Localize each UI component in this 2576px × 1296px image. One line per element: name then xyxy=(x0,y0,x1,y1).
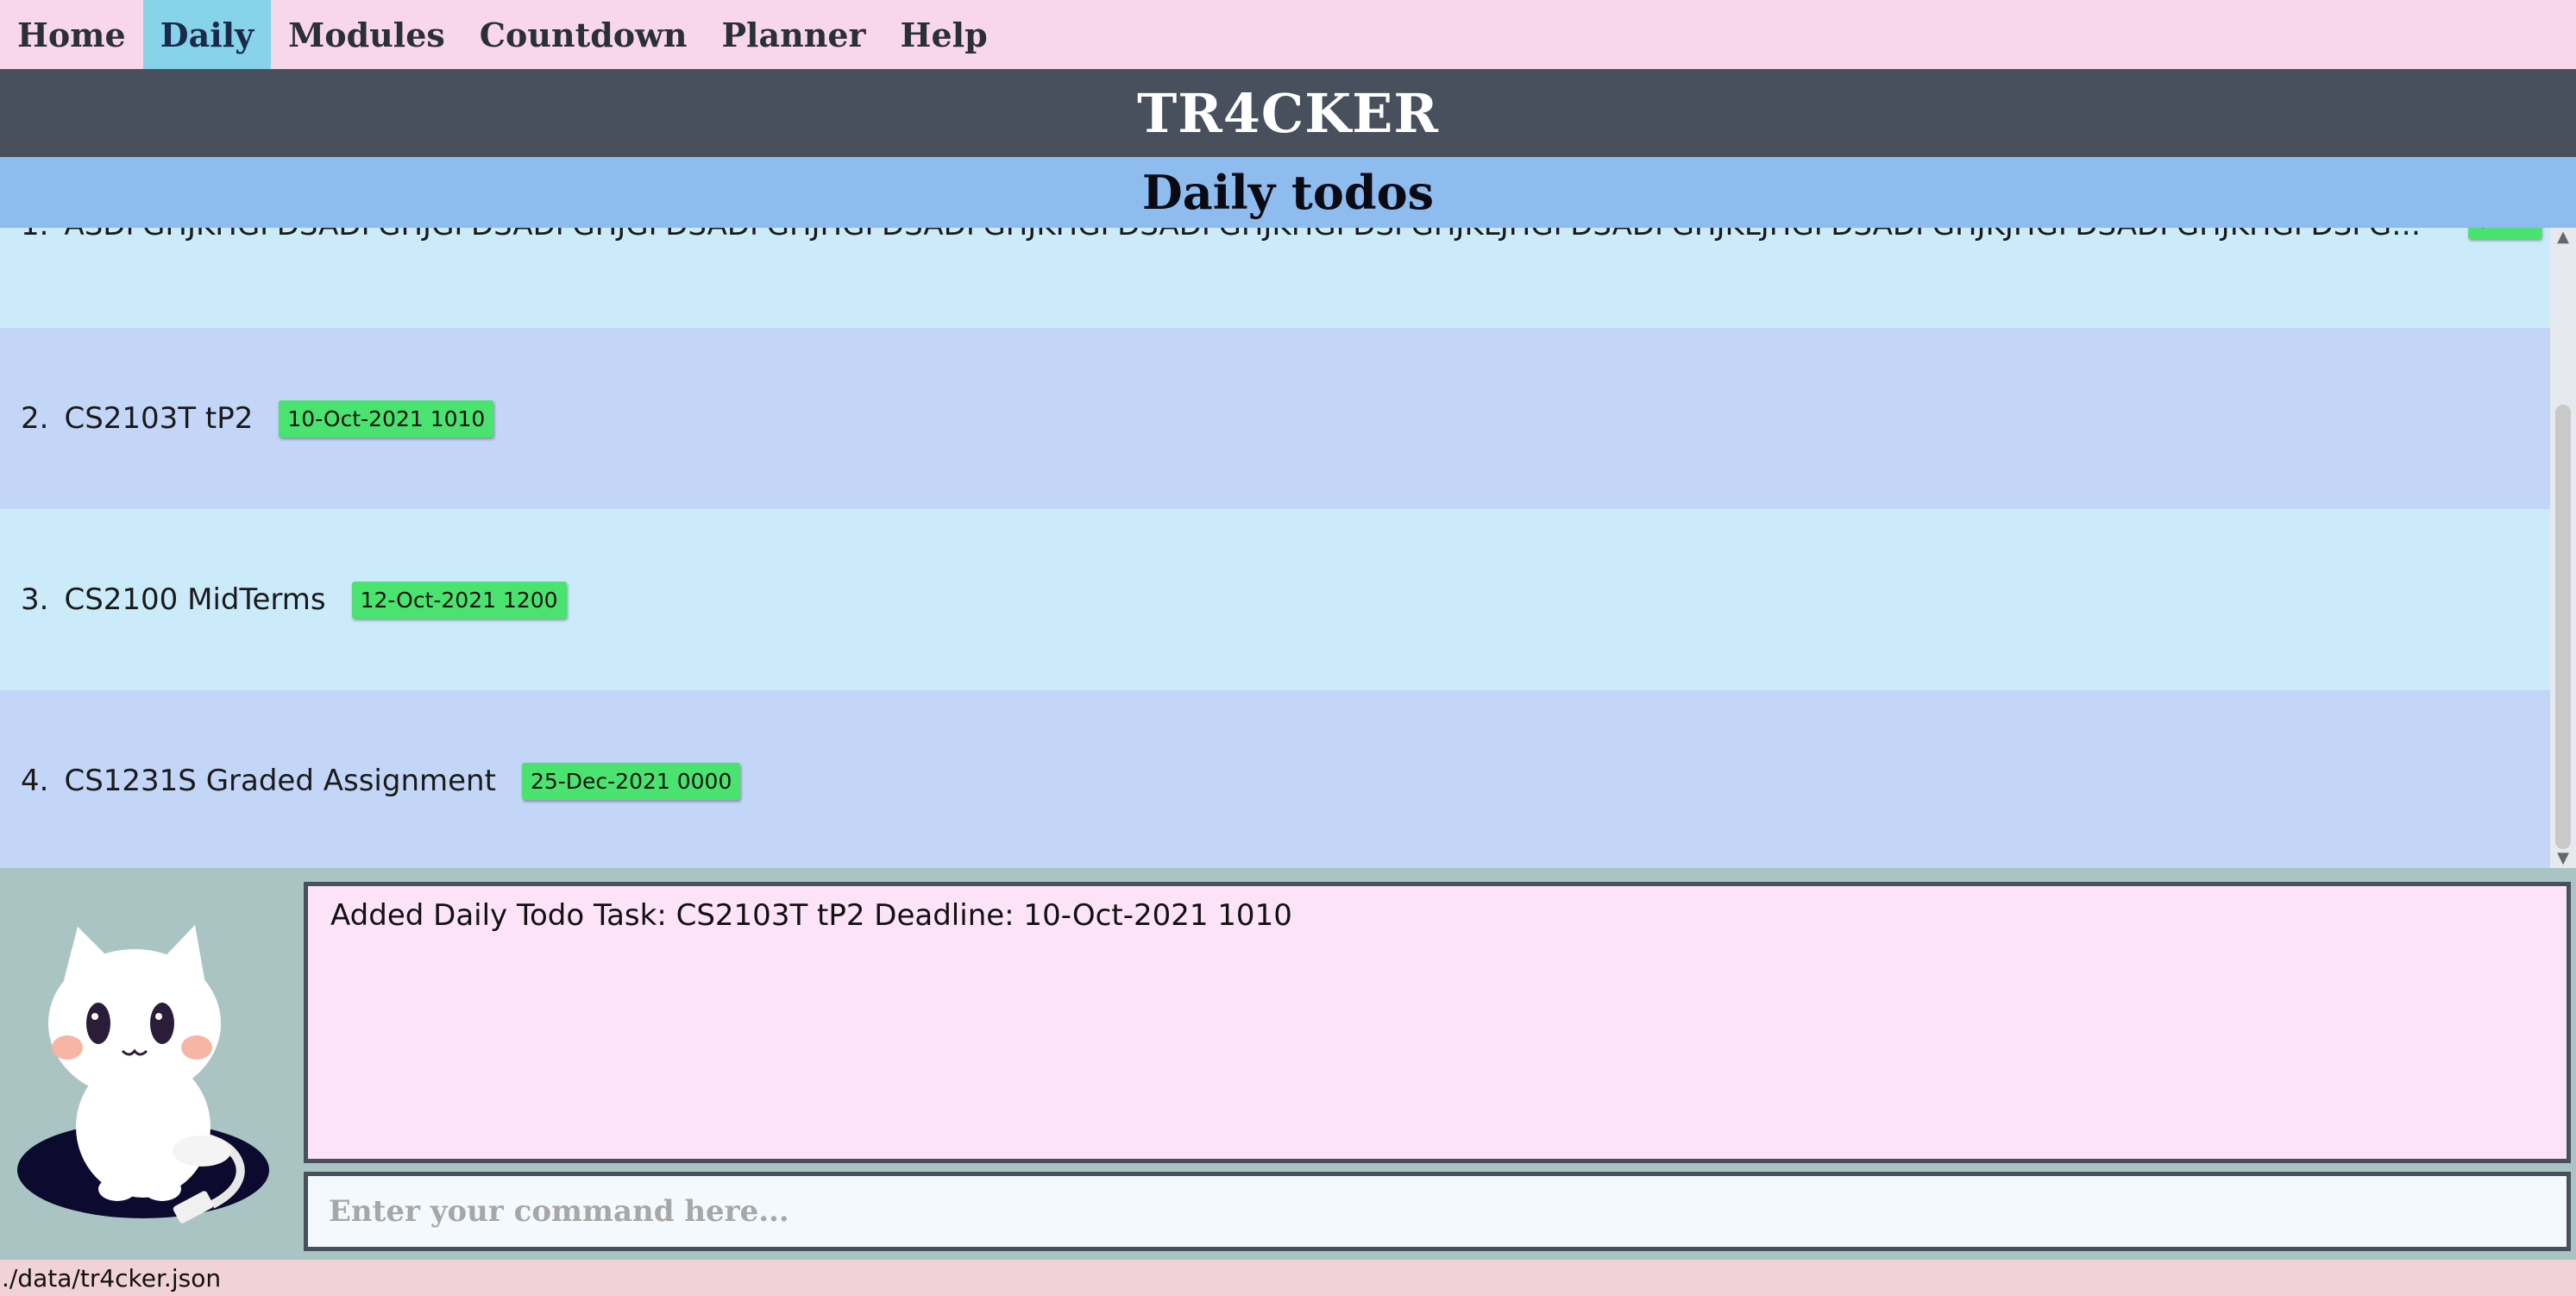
data-file-path: ./data/tr4cker.json xyxy=(2,1263,222,1293)
section-header: Daily todos xyxy=(0,157,2576,228)
arrow-down-icon[interactable]: ▼ xyxy=(2550,849,2576,868)
todo-item[interactable]: 3. CS2100 MidTerms 12-Oct-2021 1200 xyxy=(0,509,2550,690)
menu-planner[interactable]: Planner xyxy=(704,0,883,69)
result-display: Added Daily Todo Task: CS2103T tP2 Deadl… xyxy=(304,882,2571,1163)
todo-text: CS2103T tP2 xyxy=(64,401,254,436)
todo-text: CS1231S Graded Assignment xyxy=(64,764,496,798)
deadline-tag: 10-Oct-2021 1010 xyxy=(279,399,494,437)
app-header: TR4CKER xyxy=(0,69,2576,157)
menu-bar: Home Daily Modules Countdown Planner Hel… xyxy=(0,0,2576,69)
todo-text: CS2100 MidTerms xyxy=(64,582,326,617)
menu-daily[interactable]: Daily xyxy=(142,0,272,69)
app-title: TR4CKER xyxy=(1137,81,1439,145)
menu-home[interactable]: Home xyxy=(0,0,143,69)
deadline-tag: 25-Dec-2021 0000 xyxy=(521,762,741,800)
menu-help[interactable]: Help xyxy=(883,0,1005,69)
status-bar: ./data/tr4cker.json xyxy=(0,1260,2576,1296)
list-scrollbar[interactable]: ▲ ▼ xyxy=(2550,228,2576,868)
menu-countdown[interactable]: Countdown xyxy=(462,0,705,69)
todo-item[interactable]: 4. CS1231S Graded Assignment 25-Dec-2021… xyxy=(0,690,2550,868)
todo-index: 4. xyxy=(21,764,49,798)
menu-modules[interactable]: Modules xyxy=(271,0,462,69)
command-input[interactable] xyxy=(308,1176,2567,1247)
todo-text: ASDFGHJKHGFDSADFGHJGFDSADFGHJGFDSADFGHJH… xyxy=(64,228,2428,242)
todo-item-content: 1. ASDFGHJKHGFDSADFGHJGFDSADFGHJGFDSADFG… xyxy=(21,228,2550,273)
scroll-thumb[interactable] xyxy=(2555,405,2571,849)
todo-list[interactable]: 1. ASDFGHJKHGFDSADFGHJGFDSADFGHJGFDSADFG… xyxy=(0,228,2550,868)
todo-index: 2. xyxy=(21,401,49,436)
section-title: Daily todos xyxy=(1141,165,1435,220)
todo-item[interactable]: 2. CS2103T tP2 10-Oct-2021 1010 xyxy=(0,328,2550,509)
arrow-up-icon[interactable]: ▲ xyxy=(2550,228,2576,247)
deadline-tag: 12-Oct-2021 1200 xyxy=(351,581,567,619)
todo-index: 1. xyxy=(21,228,48,242)
deadline-tag: 31-... xyxy=(2468,228,2541,239)
todo-index: 3. xyxy=(21,582,49,617)
cat-mascot-icon xyxy=(17,925,269,1224)
bottom-panel: Added Daily Todo Task: CS2103T tP2 Deadl… xyxy=(0,868,2576,1260)
command-box xyxy=(304,1172,2571,1251)
